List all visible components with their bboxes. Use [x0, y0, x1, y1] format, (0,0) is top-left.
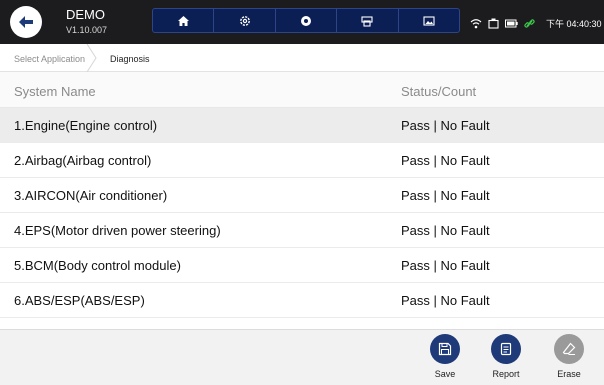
report-icon: [500, 342, 512, 356]
link-icon: [524, 18, 535, 28]
status-count-cell: Pass | No Fault: [401, 223, 490, 238]
status-icons: [470, 16, 535, 30]
column-header-system-name: System Name: [14, 84, 96, 99]
table-row[interactable]: 6.ABS/ESP(ABS/ESP) Pass | No Fault: [0, 283, 604, 318]
save-label: Save: [434, 369, 456, 379]
system-name-cell: 2.Airbag(Airbag control): [14, 153, 152, 168]
clock: 下午 04:40:30: [546, 19, 602, 29]
report-label: Report: [492, 369, 520, 379]
erase-icon: [562, 342, 576, 355]
table-row[interactable]: 4.EPS(Motor driven power steering) Pass …: [0, 213, 604, 248]
screenshot-icon: [423, 15, 435, 26]
breadcrumb-separator-icon: [86, 44, 97, 72]
erase-button[interactable]: Erase: [539, 334, 599, 384]
back-arrow-icon: [19, 16, 33, 28]
record-icon: [301, 15, 312, 26]
settings-icon: [239, 15, 250, 26]
save-button[interactable]: Save: [415, 334, 475, 384]
home-button[interactable]: [153, 9, 215, 32]
report-button[interactable]: Report: [476, 334, 536, 384]
system-name-cell: 4.EPS(Motor driven power steering): [14, 223, 221, 238]
status-count-cell: Pass | No Fault: [401, 188, 490, 203]
system-name-cell: 5.BCM(Body control module): [14, 258, 181, 273]
status-count-cell: Pass | No Fault: [401, 293, 490, 308]
status-count-cell: Pass | No Fault: [401, 258, 490, 273]
record-button[interactable]: [276, 9, 338, 32]
column-header-status-count: Status/Count: [401, 84, 477, 99]
app-version: V1.10.007: [66, 25, 108, 35]
battery-icon: [505, 19, 518, 27]
table-header: System Name Status/Count: [0, 72, 604, 108]
screenshot-button[interactable]: [399, 9, 459, 32]
app-name: DEMO: [66, 7, 105, 22]
table-row[interactable]: 1.Engine(Engine control) Pass | No Fault: [0, 108, 604, 143]
table-row[interactable]: 5.BCM(Body control module) Pass | No Fau…: [0, 248, 604, 283]
breadcrumb-diagnosis: Diagnosis: [110, 54, 150, 64]
settings-button[interactable]: [214, 9, 276, 32]
print-button[interactable]: [337, 9, 399, 32]
toolbar: [152, 8, 460, 33]
wifi-icon: [470, 18, 482, 28]
system-name-cell: 6.ABS/ESP(ABS/ESP): [14, 293, 145, 308]
print-icon: [361, 15, 373, 27]
save-icon: [438, 342, 452, 356]
back-button[interactable]: [10, 6, 42, 38]
home-icon: [177, 15, 189, 26]
status-count-cell: Pass | No Fault: [401, 118, 490, 133]
breadcrumb: Select Application Diagnosis: [0, 44, 604, 72]
vci-icon: [488, 18, 499, 29]
table-row[interactable]: 3.AIRCON(Air conditioner) Pass | No Faul…: [0, 178, 604, 213]
breadcrumb-select-application[interactable]: Select Application: [14, 54, 85, 64]
top-bar: DEMO V1.10.007 下午 04:40:30: [0, 0, 604, 44]
system-name-cell: 3.AIRCON(Air conditioner): [14, 188, 168, 203]
erase-label: Erase: [557, 369, 581, 379]
status-count-cell: Pass | No Fault: [401, 153, 490, 168]
system-name-cell: 1.Engine(Engine control): [14, 118, 158, 133]
footer-toolbar: Save Report Erase: [0, 329, 604, 385]
table-row[interactable]: 2.Airbag(Airbag control) Pass | No Fault: [0, 143, 604, 178]
